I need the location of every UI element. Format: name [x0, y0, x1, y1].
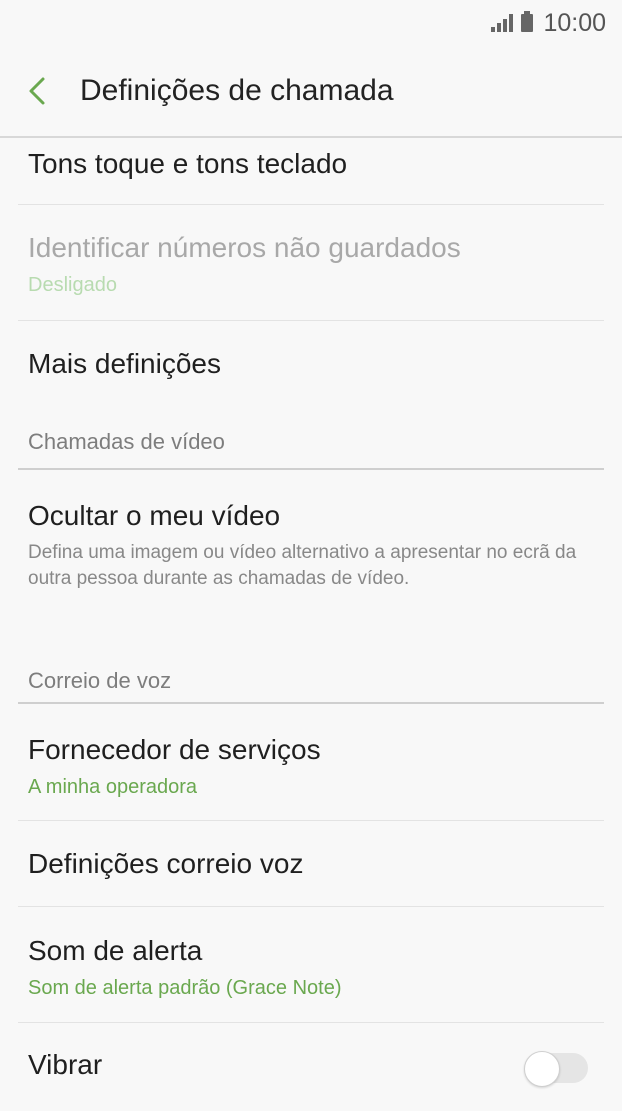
item-som-alerta[interactable]: Som de alerta Som de alerta padrão (Grac… [0, 907, 622, 1023]
item-label: Definições correio voz [28, 848, 304, 879]
status-time: 10:00 [543, 8, 606, 37]
item-label: Identificar números não guardados [28, 232, 461, 263]
status-bar: 10:00 [0, 0, 622, 46]
settings-list: Tons toque e tons teclado Identificar nú… [0, 138, 622, 1111]
toggle-knob [524, 1051, 560, 1087]
item-label: Vibrar [28, 1049, 103, 1080]
signal-icon [491, 14, 514, 32]
item-mais-definicoes[interactable]: Mais definições [0, 321, 622, 411]
vibrar-toggle[interactable] [524, 1051, 588, 1087]
item-value: Desligado [28, 274, 117, 296]
app-header: Definições de chamada [0, 46, 622, 138]
item-label: Fornecedor de serviços [28, 734, 321, 765]
item-vibrar[interactable]: Vibrar [0, 1023, 622, 1111]
item-label: Mais definições [28, 348, 221, 379]
page-title: Definições de chamada [80, 74, 394, 107]
item-tons-toque[interactable]: Tons toque e tons teclado [0, 138, 622, 205]
battery-icon [521, 11, 534, 32]
section-header-correio-voz: Correio de voz [0, 646, 622, 704]
back-chevron-icon [29, 77, 45, 105]
item-value: A minha operadora [28, 776, 198, 798]
section-title: Correio de voz [28, 668, 172, 693]
item-description: Defina uma imagem ou vídeo alternativo a… [28, 542, 577, 589]
item-fornecedor-servicos[interactable]: Fornecedor de serviços A minha operadora [0, 704, 622, 821]
item-label: Som de alerta [28, 935, 203, 966]
item-label: Tons toque e tons teclado [28, 148, 348, 179]
section-title: Chamadas de vídeo [28, 429, 225, 454]
item-value: Som de alerta padrão (Grace Note) [28, 977, 342, 999]
item-definicoes-correio-voz[interactable]: Definições correio voz [0, 821, 622, 907]
item-ocultar-video[interactable]: Ocultar o meu vídeo Defina uma imagem ou… [0, 470, 622, 646]
section-header-video: Chamadas de vídeo [0, 411, 622, 470]
item-identificar-numeros[interactable]: Identificar números não guardados Deslig… [0, 205, 622, 321]
back-button[interactable] [0, 46, 74, 136]
item-label: Ocultar o meu vídeo [28, 500, 281, 531]
